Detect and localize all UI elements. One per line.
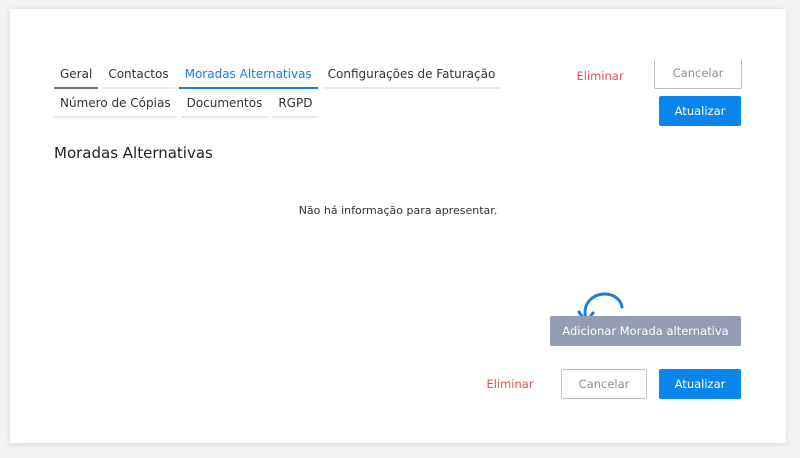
header-delete-button[interactable]: Eliminar bbox=[575, 68, 625, 84]
tab-rgpd[interactable]: RGPD bbox=[272, 91, 319, 118]
tab-documentos[interactable]: Documentos bbox=[180, 91, 269, 118]
footer-update-button[interactable]: Atualizar bbox=[659, 369, 741, 399]
tab-configuracoes-faturacao[interactable]: Configurações de Faturação bbox=[321, 62, 502, 89]
tabs-row-2: Número de Cópias Documentos RGPD bbox=[54, 91, 322, 118]
tab-numero-copias[interactable]: Número de Cópias bbox=[54, 91, 177, 118]
header-cancel-button[interactable]: Cancelar bbox=[654, 59, 742, 89]
add-alternative-address-button[interactable]: Adicionar Morada alternativa bbox=[550, 316, 741, 346]
footer-delete-button[interactable]: Eliminar bbox=[480, 376, 540, 392]
header-update-button[interactable]: Atualizar bbox=[659, 96, 741, 126]
section-title: Moradas Alternativas bbox=[54, 144, 213, 162]
empty-state-message: Não há informação para apresentar. bbox=[298, 204, 498, 217]
tab-contactos[interactable]: Contactos bbox=[102, 62, 175, 89]
tab-geral[interactable]: Geral bbox=[54, 62, 99, 89]
form-card: Geral Contactos Moradas Alternativas Con… bbox=[10, 9, 786, 443]
tabs-row-1: Geral Contactos Moradas Alternativas Con… bbox=[54, 62, 505, 89]
footer-cancel-button[interactable]: Cancelar bbox=[561, 369, 647, 399]
tab-moradas-alternativas[interactable]: Moradas Alternativas bbox=[178, 62, 318, 89]
